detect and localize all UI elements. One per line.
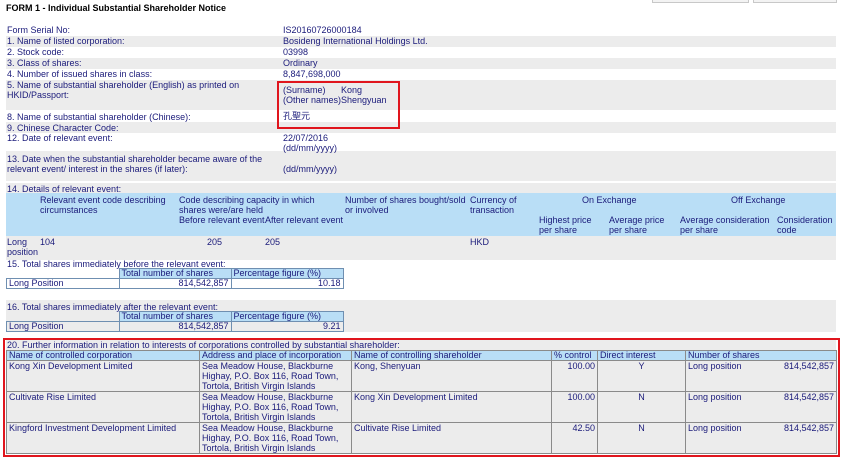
q14-h-event-code: Relevant event code describing circumsta… bbox=[40, 195, 166, 215]
q15-total: 814,542,857 bbox=[118, 278, 232, 289]
q12-format: (dd/mm/yyyy) bbox=[283, 143, 337, 153]
q16-col-total: Total number of shares bbox=[118, 311, 232, 322]
q14-h-num-shares: Number of shares bought/sold or involved bbox=[345, 195, 466, 215]
q14-row-after: 205 bbox=[265, 237, 281, 247]
q9-label: 9. Chinese Character Code: bbox=[7, 123, 119, 133]
q15-table: Total number of shares Percentage figure… bbox=[6, 268, 344, 289]
class-value: Ordinary bbox=[283, 58, 318, 68]
q16-col-pct: Percentage figure (%) bbox=[230, 311, 344, 322]
q14-row-before: 205 bbox=[207, 237, 223, 247]
q14-h-consideration-code: Consideration code bbox=[777, 215, 833, 235]
q14-h-currency: Currency of transaction bbox=[470, 195, 517, 215]
q16-total: 814,542,857 bbox=[118, 321, 232, 332]
q16-row-label: Long Position bbox=[6, 321, 120, 332]
q13-label-1: 13. Date when the substantial shareholde… bbox=[7, 154, 263, 164]
q15-col-pct: Percentage figure (%) bbox=[230, 268, 344, 279]
q15-pct: 10.18 bbox=[230, 278, 344, 289]
q14-h-capacity: Code describing capacity in which shares… bbox=[179, 195, 315, 215]
q5-label-1: 5. Name of substantial shareholder (Engl… bbox=[7, 80, 240, 90]
issued-shares-label: 4. Number of issued shares in class: bbox=[7, 69, 153, 79]
q14-row-event-code: 104 bbox=[40, 237, 56, 247]
field-band bbox=[6, 122, 836, 133]
q14-h-avg-consideration: Average consideration per share bbox=[680, 215, 770, 235]
page-title: FORM 1 - Individual Substantial Sharehol… bbox=[6, 3, 227, 13]
q14-h-avg-price: Average price per share bbox=[609, 215, 665, 235]
q5-label-2: HKID/Passport: bbox=[7, 90, 70, 100]
q14-h-off-exchange: Off Exchange bbox=[731, 195, 786, 205]
q14-h-highest: Highest price per share bbox=[539, 215, 592, 235]
stock-code-label: 2. Stock code: bbox=[7, 47, 65, 57]
top-action-button-2[interactable] bbox=[753, 0, 837, 3]
q14-row-position: Long position bbox=[7, 237, 39, 257]
q13-format: (dd/mm/yyyy) bbox=[283, 164, 337, 174]
q14-h-before: Before relevant event bbox=[179, 215, 265, 225]
form-serial-label: Form Serial No: bbox=[7, 25, 71, 35]
q12-label: 12. Date of relevant event: bbox=[7, 133, 113, 143]
listed-corp-label: 1. Name of listed corporation: bbox=[7, 36, 125, 46]
q14-h-after: After relevant event bbox=[265, 215, 344, 225]
q15-col-total: Total number of shares bbox=[118, 268, 232, 279]
q13-label-2: relevant event/ interest in the shares (… bbox=[7, 164, 188, 174]
q8-label: 8. Name of substantial shareholder (Chin… bbox=[7, 112, 191, 122]
class-label: 3. Class of shares: bbox=[7, 58, 82, 68]
stock-code-value: 03998 bbox=[283, 47, 309, 57]
q12-value: 22/07/2016 bbox=[283, 133, 329, 143]
highlight-box-q20 bbox=[3, 338, 840, 457]
highlight-box-name bbox=[277, 81, 400, 129]
form-serial-value: IS20160726000184 bbox=[283, 25, 362, 35]
q16-table: Total number of shares Percentage figure… bbox=[6, 311, 344, 332]
field-band bbox=[6, 58, 836, 69]
q14-row-currency: HKD bbox=[470, 237, 490, 247]
top-action-button-1[interactable] bbox=[652, 0, 749, 3]
q16-pct: 9.21 bbox=[230, 321, 344, 332]
issued-shares-value: 8,847,698,000 bbox=[283, 69, 341, 79]
q15-row-label: Long Position bbox=[6, 278, 120, 289]
q14-h-on-exchange: On Exchange bbox=[582, 195, 637, 205]
listed-corp-value: Bosideng International Holdings Ltd. bbox=[283, 36, 428, 46]
